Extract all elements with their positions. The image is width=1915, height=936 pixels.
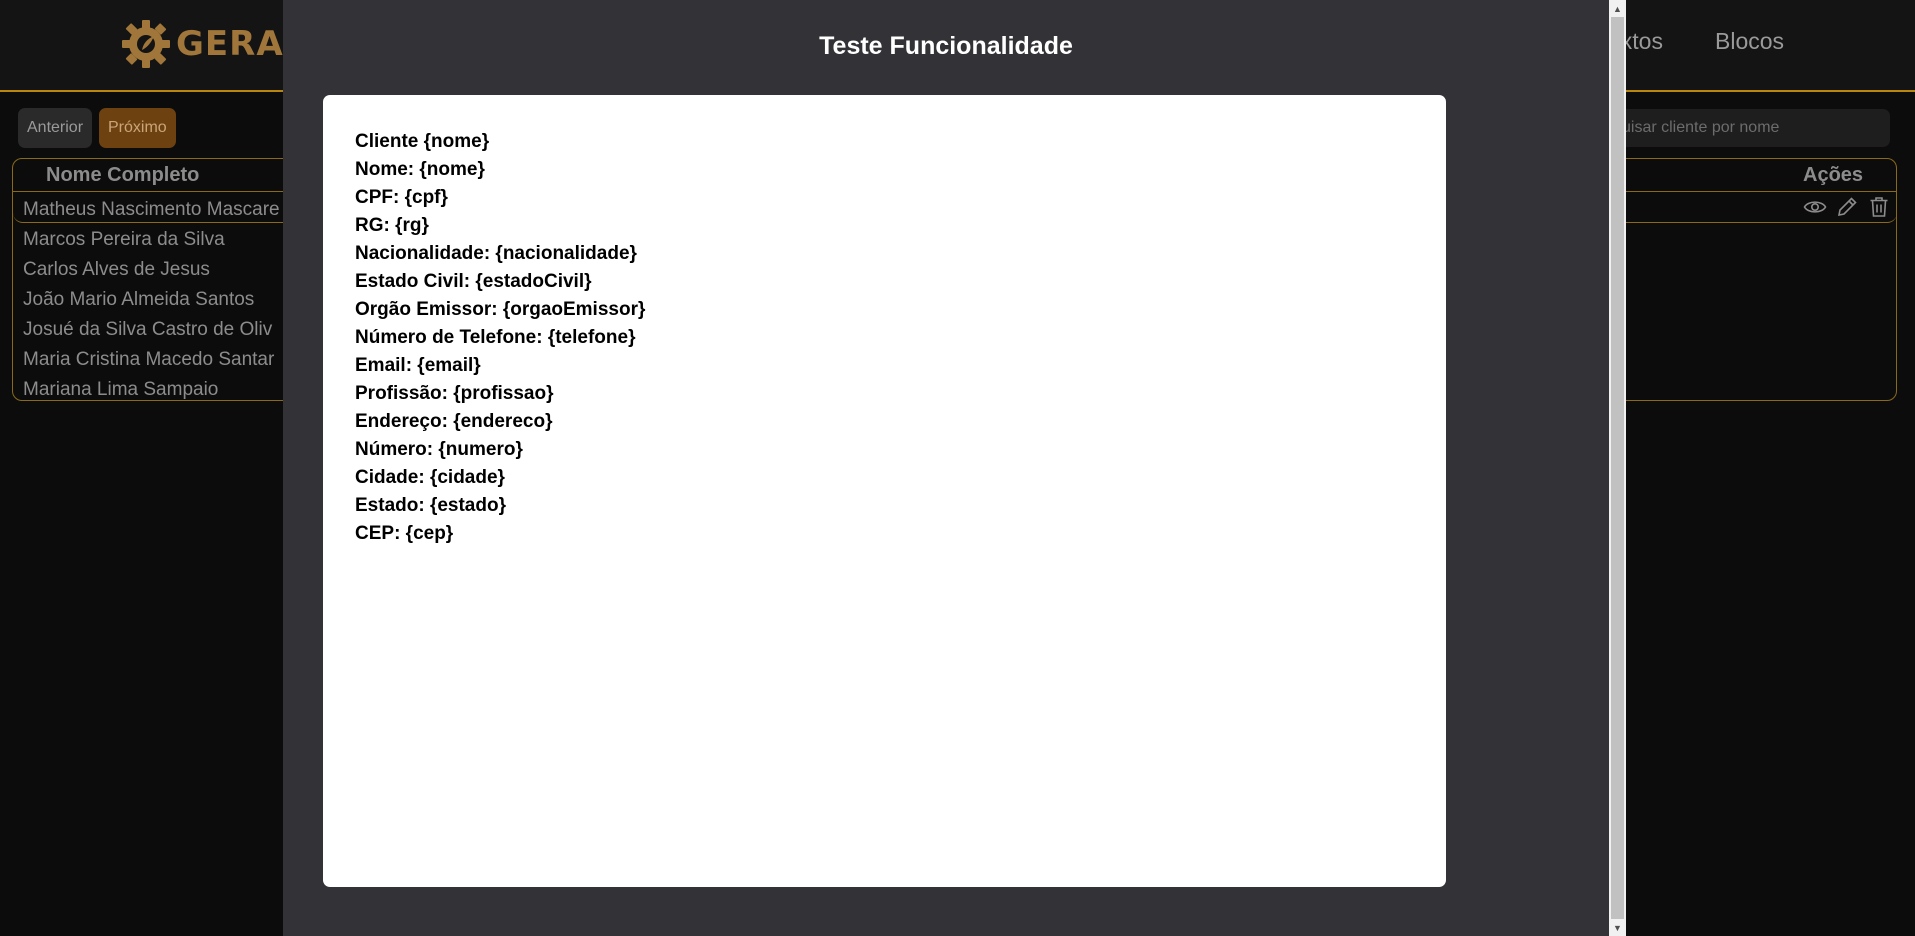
table-row[interactable]: Carlos Alves de Jesus	[23, 255, 280, 285]
eye-icon[interactable]	[1803, 195, 1827, 219]
table-row[interactable]: João Mario Almeida Santos	[23, 285, 280, 315]
template-field-line: Profissão: {profissao}	[355, 383, 554, 404]
next-page-button[interactable]: Próximo	[99, 108, 176, 148]
template-field-line: Nacionalidade: {nacionalidade}	[355, 243, 637, 264]
template-field-line: Endereço: {endereco}	[355, 411, 553, 432]
template-field-line: Estado Civil: {estadoCivil}	[355, 271, 592, 292]
scrollbar-thumb[interactable]	[1611, 17, 1624, 919]
column-header-name: Nome Completo	[46, 164, 200, 186]
vertical-scrollbar[interactable]: ▲ ▼	[1609, 0, 1626, 936]
table-row[interactable]: Josué da Silva Castro de Oliv	[23, 315, 280, 345]
template-field-line: Número de Telefone: {telefone}	[355, 327, 636, 348]
template-field-line: CPF: {cpf}	[355, 187, 448, 208]
template-field-line: Número: {numero}	[355, 439, 523, 460]
modal-title: Teste Funcionalidade	[819, 32, 1073, 60]
table-row[interactable]: Matheus Nascimento Mascare	[23, 195, 280, 225]
column-header-actions: Ações	[1803, 164, 1864, 186]
trash-icon[interactable]	[1867, 195, 1891, 219]
template-field-line: Estado: {estado}	[355, 495, 506, 516]
template-field-line: Orgão Emissor: {orgaoEmissor}	[355, 299, 646, 320]
template-field-line: Email: {email}	[355, 355, 481, 376]
template-field-line: RG: {rg}	[355, 215, 429, 236]
gear-logo-icon	[122, 20, 170, 68]
preview-modal: Teste Funcionalidade Cliente {nome} Nome…	[283, 0, 1609, 936]
nav-link-blocos[interactable]: Blocos	[1715, 28, 1784, 55]
row-actions	[1803, 195, 1891, 219]
table-rows: Matheus Nascimento Mascare Marcos Pereir…	[23, 195, 280, 405]
template-field-line: CEP: {cep}	[355, 523, 454, 544]
search-input[interactable]	[1610, 109, 1890, 147]
pencil-icon[interactable]	[1835, 195, 1859, 219]
template-field-line: Cliente {nome}	[355, 131, 490, 152]
template-field-line: Nome: {nome}	[355, 159, 485, 180]
table-row[interactable]: Maria Cristina Macedo Santar	[23, 345, 280, 375]
scroll-up-arrow-icon[interactable]: ▲	[1609, 0, 1626, 17]
table-row[interactable]: Marcos Pereira da Silva	[23, 225, 280, 255]
table-row[interactable]: Mariana Lima Sampaio	[23, 375, 280, 405]
modal-content-panel: Cliente {nome} Nome: {nome} CPF: {cpf} R…	[323, 95, 1446, 887]
template-field-line: Cidade: {cidade}	[355, 467, 505, 488]
scroll-down-arrow-icon[interactable]: ▼	[1609, 919, 1626, 936]
previous-page-button[interactable]: Anterior	[18, 108, 93, 148]
